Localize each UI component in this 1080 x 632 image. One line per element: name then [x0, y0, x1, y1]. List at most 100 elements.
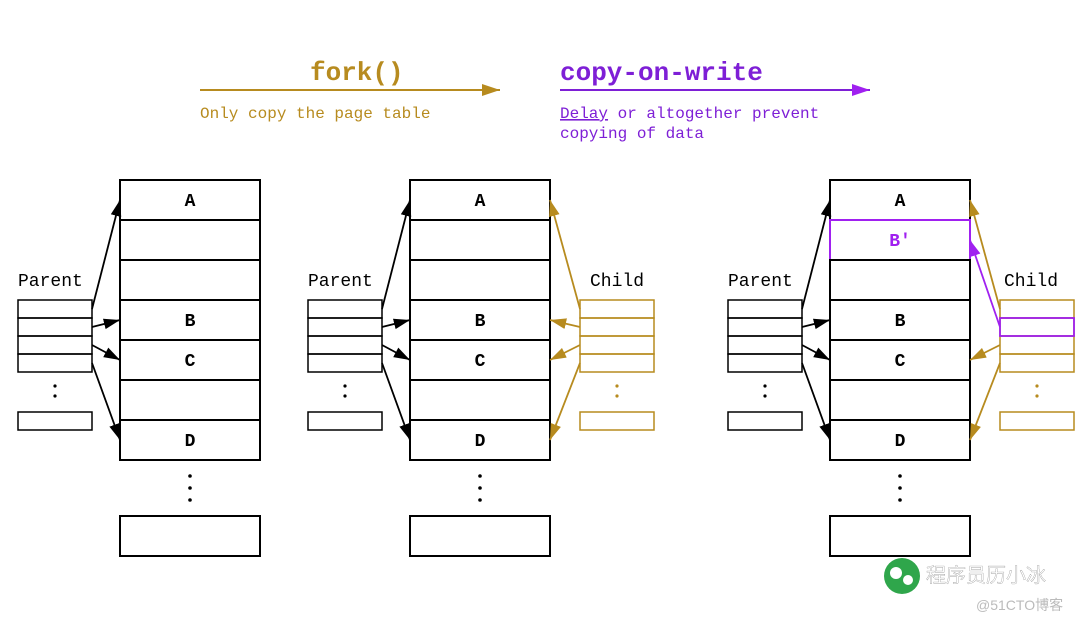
- process-slot: [728, 412, 802, 430]
- page-label: A: [895, 192, 906, 212]
- ellipsis-dot: [615, 394, 618, 397]
- process-slot: [728, 300, 802, 318]
- process-slot: [728, 318, 802, 336]
- process-slot: [18, 300, 92, 318]
- process-slot: [308, 300, 382, 318]
- ellipsis-dot: [898, 486, 902, 490]
- pointer-arrow: [802, 363, 830, 440]
- ellipsis-dot: [478, 486, 482, 490]
- process-slot: [18, 318, 92, 336]
- process-label: Parent: [728, 272, 793, 292]
- fork-caption: Only copy the page table: [200, 105, 430, 123]
- ellipsis-dot: [478, 474, 482, 478]
- pointer-arrow: [550, 320, 580, 327]
- memory-page: [410, 380, 550, 420]
- ellipsis-dot: [478, 498, 482, 502]
- memory-page: [120, 380, 260, 420]
- memory-page: [410, 220, 550, 260]
- ellipsis-dot: [1035, 384, 1038, 387]
- process-slot: [580, 318, 654, 336]
- process-slot: [1000, 300, 1074, 318]
- process-slot: [308, 412, 382, 430]
- page-label: A: [185, 192, 196, 212]
- process-slot: [308, 336, 382, 354]
- page-label: B: [185, 312, 196, 332]
- process-label: Child: [590, 272, 644, 292]
- pointer-arrow: [802, 345, 830, 360]
- pointer-arrow: [382, 200, 410, 309]
- process-slot: [580, 354, 654, 372]
- process-label: Child: [1004, 272, 1058, 292]
- memory-page: [830, 516, 970, 556]
- process-label: Parent: [18, 272, 83, 292]
- ellipsis-dot: [615, 384, 618, 387]
- process-slot: [308, 354, 382, 372]
- process-slot: [1000, 412, 1074, 430]
- page-label: B: [895, 312, 906, 332]
- process-slot: [1000, 354, 1074, 372]
- page-label: B': [889, 232, 911, 252]
- diagram-canvas: fork() Only copy the page table copy-on-wr…: [0, 0, 1080, 632]
- memory-page: [120, 260, 260, 300]
- ellipsis-dot: [763, 394, 766, 397]
- page-label: A: [475, 192, 486, 212]
- process-slot: [18, 412, 92, 430]
- process-slot: [728, 336, 802, 354]
- memory-page: [410, 516, 550, 556]
- page-label: B: [475, 312, 486, 332]
- process-slot: [580, 300, 654, 318]
- ellipsis-dot: [53, 394, 56, 397]
- ellipsis-dot: [898, 474, 902, 478]
- page-label: C: [895, 352, 906, 372]
- pointer-arrow: [970, 363, 1000, 440]
- memory-page: [120, 516, 260, 556]
- ellipsis-dot: [188, 474, 192, 478]
- pointer-arrow: [970, 345, 1000, 360]
- process-slot: [580, 336, 654, 354]
- process-slot: [1000, 318, 1074, 336]
- pointer-arrow: [92, 363, 120, 440]
- pointer-arrow: [550, 345, 580, 360]
- process-slot: [18, 336, 92, 354]
- process-slot: [728, 354, 802, 372]
- ellipsis-dot: [343, 384, 346, 387]
- pointer-arrow: [550, 363, 580, 440]
- process-slot: [308, 318, 382, 336]
- memory-page: [410, 260, 550, 300]
- cow-title: copy-on-write: [560, 58, 763, 88]
- ellipsis-dot: [53, 384, 56, 387]
- cow-caption: Delay or altogether preventcopying of da…: [560, 105, 819, 143]
- ellipsis-dot: [1035, 394, 1038, 397]
- process-slot: [1000, 336, 1074, 354]
- page-label: D: [185, 432, 196, 452]
- page-label: C: [475, 352, 486, 372]
- pointer-arrow: [92, 320, 120, 327]
- page-label: D: [475, 432, 486, 452]
- pointer-arrow: [802, 320, 830, 327]
- page-label: D: [895, 432, 906, 452]
- memory-page: [830, 380, 970, 420]
- page-label: C: [185, 352, 196, 372]
- watermark-brand: 程序员历小冰: [926, 564, 1046, 587]
- ellipsis-dot: [343, 394, 346, 397]
- process-slot: [18, 354, 92, 372]
- pointer-arrow: [92, 345, 120, 360]
- child-cow-slot: [1000, 318, 1074, 336]
- ellipsis-dot: [763, 384, 766, 387]
- pointer-arrow: [550, 200, 580, 309]
- watermark-site: @51CTO博客: [976, 597, 1063, 613]
- fork-title: fork(): [310, 58, 404, 88]
- ellipsis-dot: [188, 498, 192, 502]
- pointer-arrow: [382, 345, 410, 360]
- process-slot: [580, 412, 654, 430]
- pointer-arrow: [92, 200, 120, 309]
- pointer-arrow: [382, 363, 410, 440]
- ellipsis-dot: [188, 486, 192, 490]
- ellipsis-dot: [898, 498, 902, 502]
- wechat-icon: [884, 558, 920, 594]
- memory-page: [830, 260, 970, 300]
- pointer-arrow: [802, 200, 830, 309]
- process-label: Parent: [308, 272, 373, 292]
- memory-page: [120, 220, 260, 260]
- pointer-arrow: [382, 320, 410, 327]
